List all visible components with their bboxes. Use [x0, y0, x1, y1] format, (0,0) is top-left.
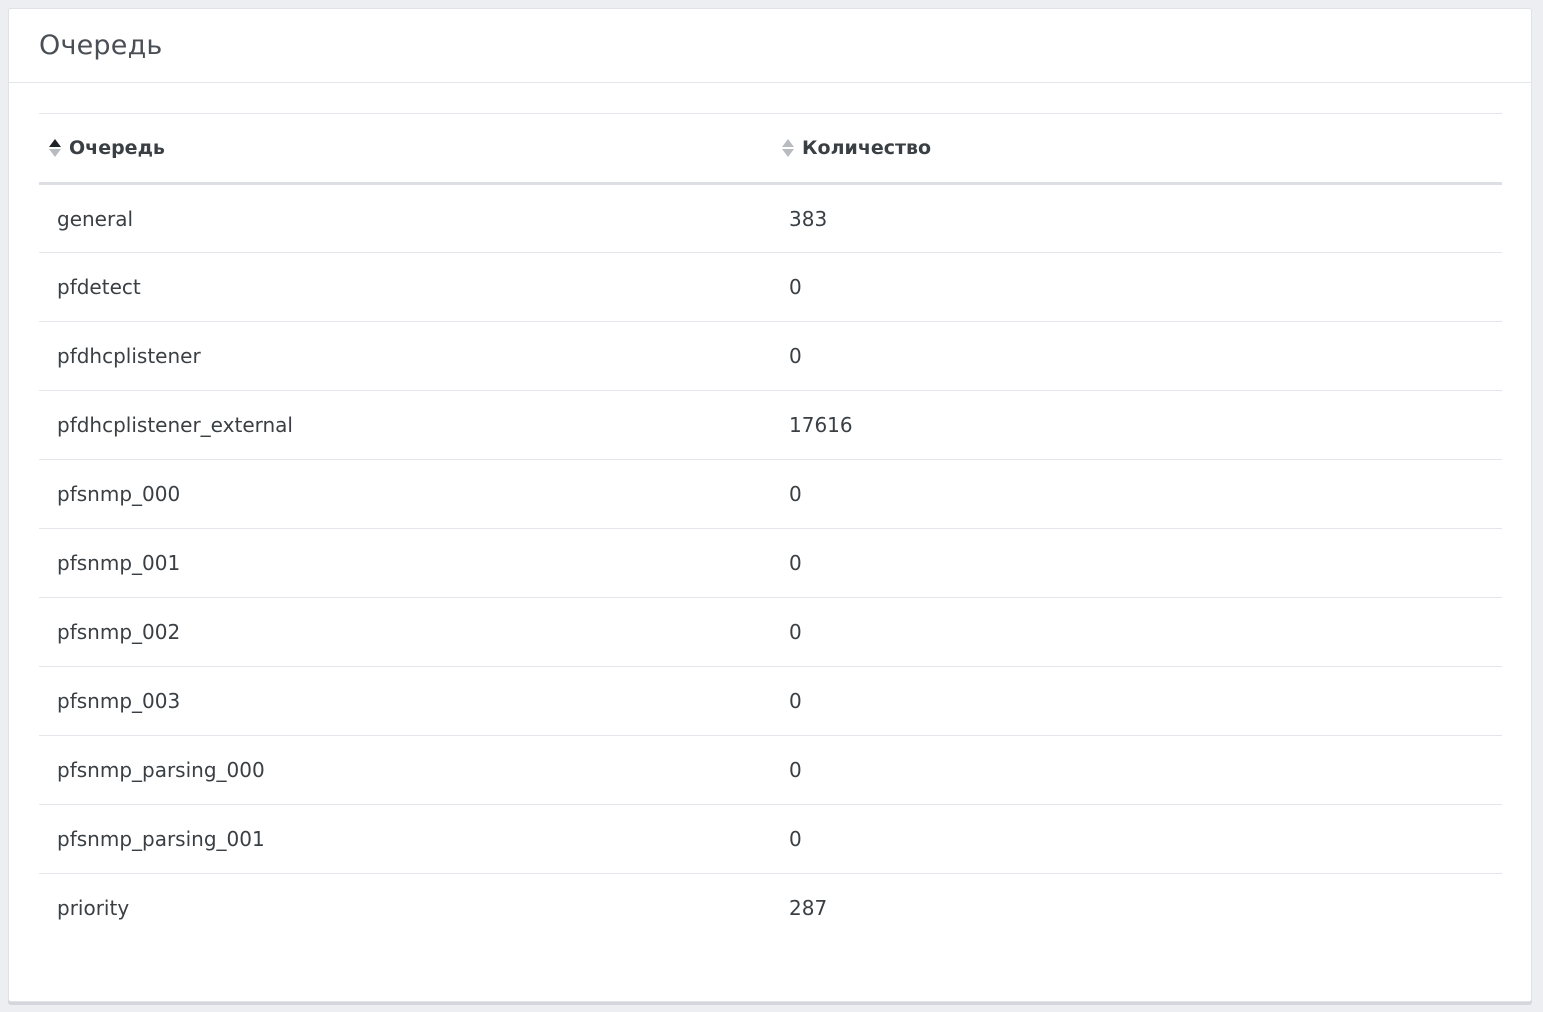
panel-body: Очередь Количество general 383 pfdetect 0 pf… [9, 83, 1531, 943]
table-row: pfdetect 0 [39, 252, 1502, 322]
queue-count-cell: 287 [789, 896, 828, 921]
sort-icon [780, 139, 796, 157]
queue-name-cell: pfsnmp_001 [39, 528, 771, 598]
column-label-count: Количество [802, 137, 932, 159]
column-label-queue: Очередь [69, 137, 165, 159]
queue-count-cell: 0 [771, 252, 1502, 322]
queue-count-cell: 383 [771, 183, 1502, 253]
table-row: pfsnmp_001 0 [39, 528, 1502, 598]
queue-name-cell: pfdhcplistener [39, 321, 771, 391]
queue-count-cell: 0 [771, 666, 1502, 736]
queue-name-cell: pfsnmp_003 [39, 666, 771, 736]
queue-count-cell: 0 [771, 735, 1502, 805]
table-row: pfsnmp_000 0 [39, 459, 1502, 529]
column-header-count[interactable]: Количество [771, 113, 1502, 185]
queue-table: Очередь Количество general 383 pfdetect 0 pf… [39, 113, 1502, 943]
queue-count-cell: 0 [771, 321, 1502, 391]
queue-name-cell: pfsnmp_parsing_000 [39, 735, 771, 805]
queue-name-cell: pfdhcplistener_external [39, 390, 771, 460]
table-row: pfsnmp_parsing_000 0 [39, 735, 1502, 805]
panel-header: Очередь [9, 9, 1531, 83]
queue-count-cell: 0 [771, 804, 1502, 874]
queue-name-cell: pfsnmp_parsing_001 [39, 804, 771, 874]
table-header-row: Очередь Количество [39, 113, 1502, 185]
queue-count-cell: 0 [771, 597, 1502, 667]
queue-name-cell: pfsnmp_000 [39, 459, 771, 529]
table-row: pfdhcplistener 0 [39, 321, 1502, 391]
table-row: pfdhcplistener_external 17616 [39, 390, 1502, 460]
table-row: general 383 [39, 183, 1502, 253]
queue-name-cell: pfsnmp_002 [39, 597, 771, 667]
table-row: priority 287 [39, 874, 1502, 943]
table-row: pfsnmp_parsing_001 0 [39, 804, 1502, 874]
column-header-queue[interactable]: Очередь [39, 113, 771, 185]
queue-count-cell: 17616 [771, 390, 1502, 460]
queue-panel: Очередь Очередь Количество general 383 p… [8, 8, 1532, 1002]
sort-ascending-icon [47, 139, 63, 157]
queue-name-cell: general [39, 183, 771, 253]
table-row: pfsnmp_003 0 [39, 666, 1502, 736]
panel-title: Очередь [39, 30, 163, 61]
queue-count-cell: 0 [771, 528, 1502, 598]
table-row: pfsnmp_002 0 [39, 597, 1502, 667]
queue-name-cell: priority [57, 896, 130, 921]
queue-name-cell: pfdetect [39, 252, 771, 322]
queue-count-cell: 0 [771, 459, 1502, 529]
